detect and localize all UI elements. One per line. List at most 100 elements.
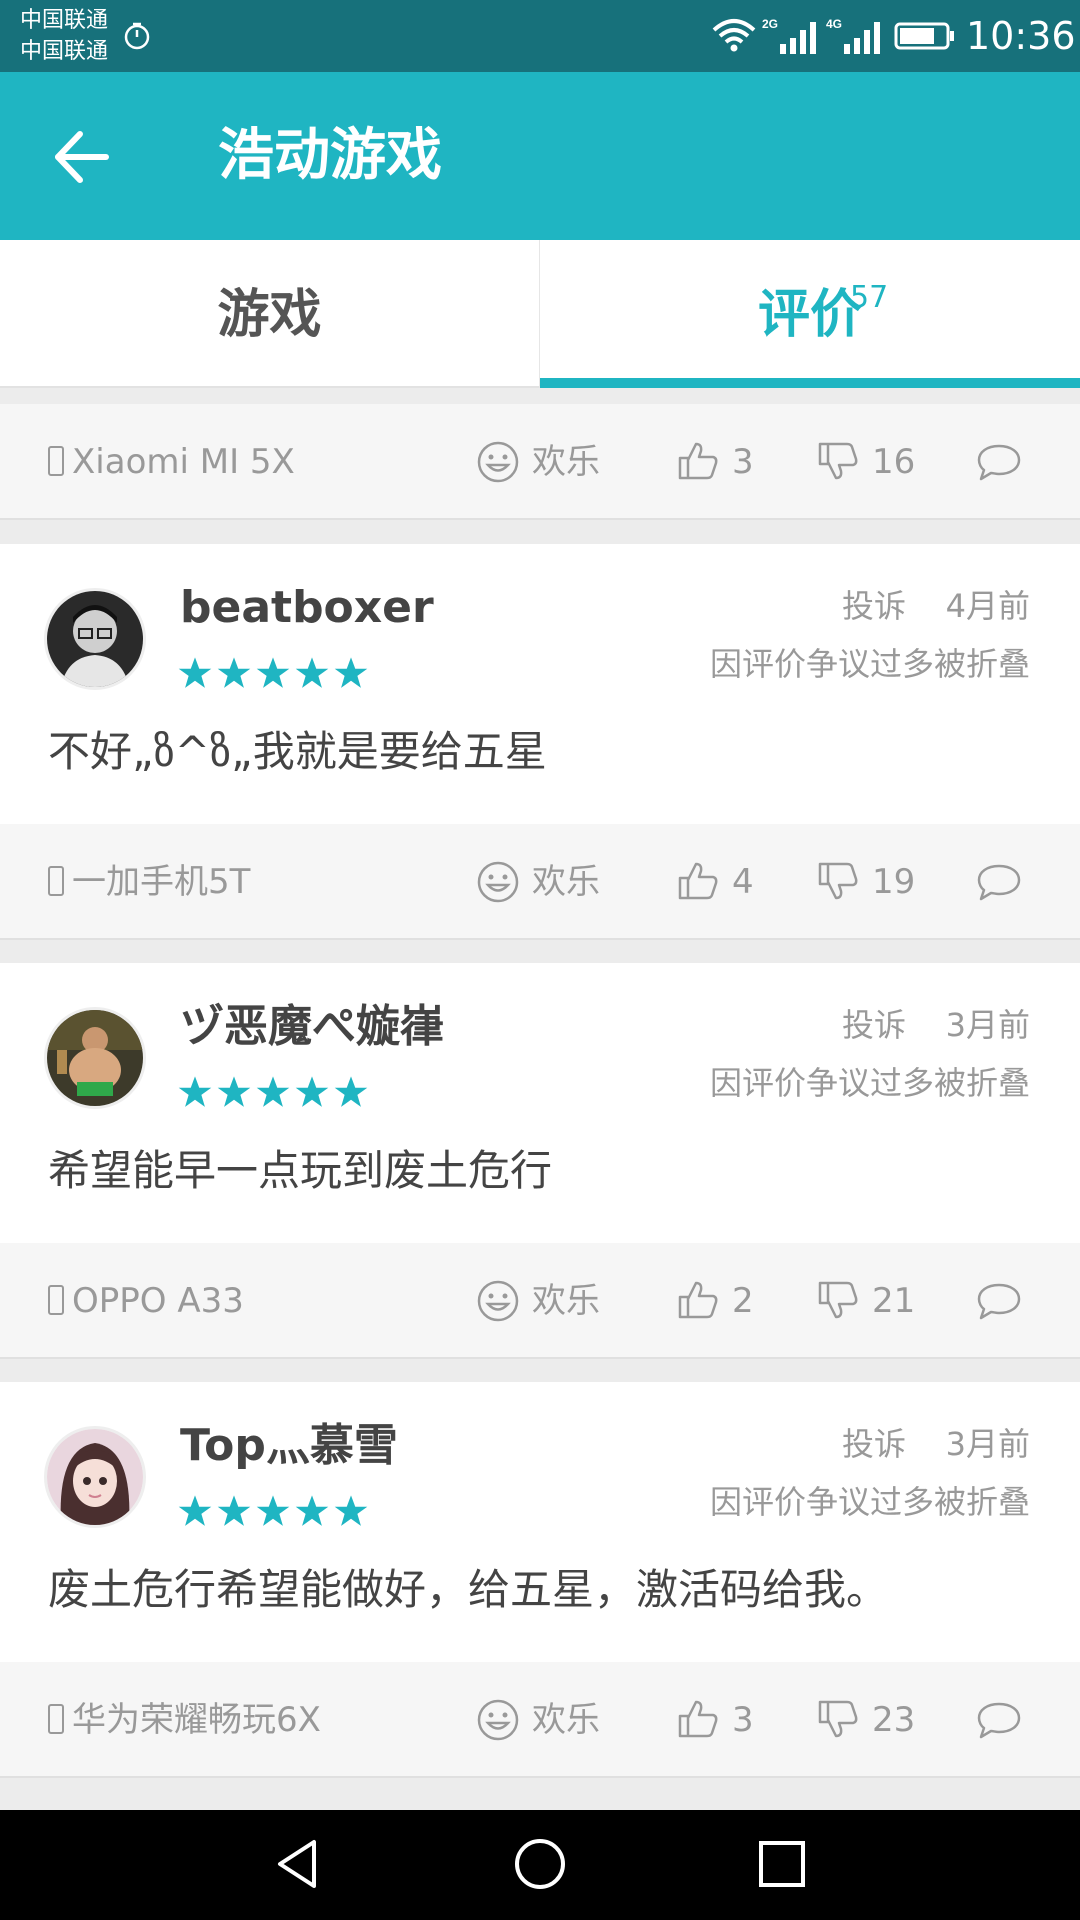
circle-home-icon[interactable]: [510, 1834, 570, 1894]
review-time: 3月前: [945, 1425, 1030, 1463]
phone-icon: [48, 446, 64, 476]
like-count: 3: [732, 1700, 754, 1740]
tab-games-label: 游戏: [217, 285, 322, 345]
thumbs-up-icon: [678, 1700, 718, 1738]
star-icon: [334, 1076, 368, 1107]
carrier-label-1: 中国联通: [20, 8, 109, 33]
arrow-left-icon[interactable]: [48, 122, 118, 192]
avatar[interactable]: [44, 1007, 146, 1109]
report-link[interactable]: 投诉: [842, 1424, 906, 1464]
battery-icon: [894, 22, 954, 50]
smiley-icon: [477, 1699, 519, 1741]
star-rating: [178, 1075, 373, 1109]
thumbs-down-icon: [818, 1281, 858, 1319]
mood-label: 欢乐: [532, 442, 600, 482]
star-icon: [295, 1076, 329, 1107]
phone-icon: [48, 1704, 64, 1734]
review-card: ヅ恶魔ぺ嫙嵂 投诉 3月前 因评价争议过多被折叠 希望能早一点玩到废土危行: [0, 963, 1080, 1243]
square-recent-icon[interactable]: [752, 1834, 812, 1894]
status-bar: 中国联通 中国联通 2G 4G 10:36: [0, 0, 1080, 72]
review-list[interactable]: Xiaomi MI 5X 欢乐 3 16 beatboxer 投诉 4月前 因评…: [0, 390, 1080, 1810]
svg-text:2G: 2G: [762, 17, 778, 31]
thumbs-down-icon: [818, 442, 858, 480]
review-card: Top灬慕雪 投诉 3月前 因评价争议过多被折叠 废土危行希望能做好，给五星，激…: [0, 1382, 1080, 1662]
comment-icon[interactable]: [976, 1700, 1022, 1740]
report-link[interactable]: 投诉: [842, 586, 906, 626]
star-icon: [295, 657, 329, 688]
page-title: 浩动游戏: [218, 123, 442, 188]
tab-reviews[interactable]: 评价 57: [540, 240, 1080, 388]
folded-notice: 因评价争议过多被折叠: [709, 1064, 1030, 1102]
tab-reviews-count: 57: [850, 280, 889, 315]
mood-label: 欢乐: [532, 862, 600, 902]
dislike-count: 21: [872, 1281, 916, 1321]
system-nav-bar: [0, 1810, 1080, 1920]
like-count: 4: [732, 862, 754, 902]
app-bar: 浩动游戏: [0, 72, 1080, 240]
smiley-icon: [477, 861, 519, 903]
dislike-count: 16: [872, 442, 916, 482]
device-name: 华为荣耀畅玩6X: [72, 1700, 321, 1740]
review-footer: Xiaomi MI 5X 欢乐 3 16: [0, 404, 1080, 520]
star-icon: [178, 1495, 212, 1526]
mood-label: 欢乐: [532, 1700, 600, 1740]
username[interactable]: beatboxer: [180, 582, 434, 634]
review-text[interactable]: 希望能早一点玩到废土危行: [48, 1145, 552, 1197]
like-count: 3: [732, 442, 754, 482]
review-card: beatboxer 投诉 4月前 因评价争议过多被折叠 不好„ზ^ზ„我就是要给…: [0, 544, 1080, 824]
report-link[interactable]: 投诉: [842, 1005, 906, 1045]
mood-label: 欢乐: [532, 1281, 600, 1321]
star-icon: [256, 1495, 290, 1526]
status-clock: 10:36: [966, 14, 1076, 58]
review-footer: 一加手机5T 欢乐 4 19: [0, 824, 1080, 940]
star-icon: [217, 1495, 251, 1526]
star-icon: [217, 1076, 251, 1107]
triangle-back-icon[interactable]: [270, 1834, 330, 1894]
comment-icon[interactable]: [976, 862, 1022, 902]
device-name: Xiaomi MI 5X: [72, 442, 295, 482]
folded-notice: 因评价争议过多被折叠: [709, 645, 1030, 683]
thumbs-up-icon: [678, 442, 718, 480]
tab-bar: 游戏 评价 57: [0, 240, 1080, 388]
thumbs-up-icon: [678, 1281, 718, 1319]
dislike-count: 23: [872, 1700, 916, 1740]
smiley-icon: [477, 441, 519, 483]
star-icon: [334, 1495, 368, 1526]
thumbs-down-icon: [818, 862, 858, 900]
thumbs-up-icon: [678, 862, 718, 900]
avatar[interactable]: [44, 1426, 146, 1528]
avatar[interactable]: [44, 588, 146, 690]
comment-icon[interactable]: [976, 1281, 1022, 1321]
thumbs-down-icon: [818, 1700, 858, 1738]
star-icon: [295, 1495, 329, 1526]
review-time: 3月前: [945, 1006, 1030, 1044]
signal-4g-icon: 4G: [826, 17, 880, 54]
svg-text:4G: 4G: [826, 17, 842, 31]
device-label: 一加手机5T: [48, 862, 250, 902]
device-name: OPPO A33: [72, 1281, 244, 1321]
dislike-count: 19: [872, 862, 916, 902]
device-name: 一加手机5T: [72, 862, 251, 902]
alarm-icon: [124, 22, 150, 50]
star-icon: [256, 1076, 290, 1107]
star-icon: [178, 1076, 212, 1107]
username[interactable]: Top灬慕雪: [180, 1420, 398, 1472]
device-label: 华为荣耀畅玩6X: [48, 1700, 321, 1740]
carrier-label-2: 中国联通: [20, 39, 109, 64]
signal-2g-icon: 2G: [762, 17, 816, 54]
star-rating: [178, 1494, 373, 1528]
star-icon: [334, 657, 368, 688]
phone-icon: [48, 866, 64, 896]
review-text[interactable]: 不好„ზ^ზ„我就是要给五星: [48, 726, 547, 778]
tab-games[interactable]: 游戏: [0, 240, 540, 388]
smiley-icon: [477, 1280, 519, 1322]
star-icon: [256, 657, 290, 688]
device-label: OPPO A33: [48, 1281, 244, 1321]
star-rating: [178, 656, 373, 690]
comment-icon[interactable]: [976, 442, 1022, 482]
review-text[interactable]: 废土危行希望能做好，给五星，激活码给我。: [48, 1564, 888, 1616]
star-icon: [178, 657, 212, 688]
review-time: 4月前: [945, 587, 1030, 625]
review-footer: OPPO A33 欢乐 2 21: [0, 1243, 1080, 1359]
username[interactable]: ヅ恶魔ぺ嫙嵂: [180, 1001, 444, 1053]
